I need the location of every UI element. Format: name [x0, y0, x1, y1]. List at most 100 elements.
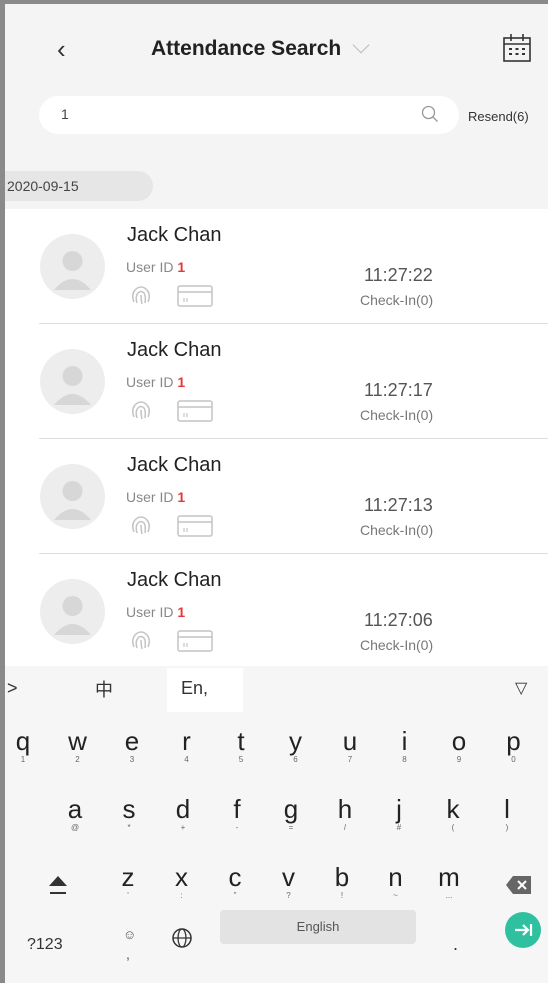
key-i[interactable]: i8	[391, 728, 419, 764]
user-id-label: User ID	[126, 259, 174, 275]
key-main-label: e	[124, 726, 140, 756]
key-sub-label: +	[180, 823, 186, 832]
key-g[interactable]: g =	[277, 796, 305, 832]
key-p[interactable]: p0	[500, 728, 528, 764]
keyboard-expand-button[interactable]: >	[7, 678, 18, 699]
key-a[interactable]: a @	[61, 796, 89, 832]
record-name: Jack Chan	[127, 454, 222, 476]
record-user-id: User ID 1	[126, 489, 185, 505]
card-icon	[177, 515, 213, 537]
key-main-label: j	[396, 794, 402, 824]
key-sub-label: 5	[238, 755, 244, 764]
emoji-icon[interactable]: ☺	[123, 927, 136, 942]
key-q[interactable]: q1	[9, 728, 37, 764]
key-f[interactable]: f-	[223, 796, 251, 832]
key-sub-label: /	[343, 823, 347, 832]
key-x[interactable]: x:	[168, 864, 196, 900]
key-l[interactable]: l)	[493, 796, 521, 832]
key-t[interactable]: t5	[227, 728, 255, 764]
avatar-icon	[40, 579, 105, 644]
resend-button[interactable]: Resend(6)	[468, 109, 529, 124]
key-sub-label: 1	[20, 755, 26, 764]
user-id-label: User ID	[126, 489, 174, 505]
key-u[interactable]: u7	[336, 728, 364, 764]
user-id-label: User ID	[126, 604, 174, 620]
key-sub-label: 7	[347, 755, 353, 764]
record-state: Check-In(0)	[360, 407, 434, 423]
date-chip: 2020-09-15	[5, 171, 153, 201]
record-time: 11:27:13	[364, 495, 433, 515]
key-main-label: g	[283, 794, 299, 824]
list-item[interactable]: Jack Chan User ID 1 11:27:22 Check-In(0)	[5, 209, 548, 324]
key-sub-label: 6	[293, 755, 298, 764]
user-id-label: User ID	[126, 374, 174, 390]
key-sub-label: ...	[445, 891, 453, 900]
key-y[interactable]: y6	[282, 728, 310, 764]
key-n[interactable]: n ~	[382, 864, 410, 900]
fingerprint-icon	[131, 286, 151, 305]
avatar-icon	[40, 464, 105, 529]
key-main-label: s	[122, 794, 136, 824]
key-sub-label: :	[180, 891, 183, 900]
key-main-label: r	[182, 726, 191, 756]
search-icon[interactable]	[421, 105, 439, 123]
key-main-label: d	[175, 794, 191, 824]
list-item[interactable]: Jack Chan User ID 1 11:27:13 Check-In(0)	[5, 439, 548, 554]
key-main-label: p	[506, 726, 521, 756]
key-sub-label: "	[233, 891, 237, 900]
enter-icon	[515, 924, 533, 936]
fingerprint-icon	[131, 516, 151, 535]
key-c[interactable]: c "	[221, 864, 249, 900]
key-sub-label: !	[340, 891, 344, 900]
record-name: Jack Chan	[127, 569, 222, 591]
record-time: 11:27:06	[364, 610, 433, 630]
key-o[interactable]: o9	[445, 728, 473, 764]
record-state: Check-In(0)	[360, 292, 434, 308]
user-id-value: 1	[177, 604, 186, 620]
list-item[interactable]: Jack Chan User ID 1 11:27:06 Check-In(0)	[5, 554, 548, 669]
record-time: 11:27:22	[364, 265, 433, 285]
title-dropdown[interactable]: Attendance Search	[151, 36, 370, 61]
back-icon[interactable]: ‹	[57, 34, 66, 65]
enter-key[interactable]	[505, 912, 541, 948]
key-b[interactable]: b!	[328, 864, 356, 900]
key-main-label: l	[504, 794, 510, 824]
list-item[interactable]: Jack Chan User ID 1 11:27:17 Check-In(0)	[5, 324, 548, 439]
key-main-label: m	[438, 862, 460, 892]
lang-chinese-button[interactable]: 中	[95, 676, 113, 702]
keyboard-hide-button[interactable]: ▽	[515, 678, 527, 698]
key-h[interactable]: h /	[331, 796, 359, 832]
record-name: Jack Chan	[127, 224, 222, 246]
key-j[interactable]: j #	[385, 796, 413, 832]
comma-key[interactable]: ,	[126, 946, 130, 962]
key-main-label: a	[67, 794, 83, 824]
key-sub-label: )	[505, 823, 509, 832]
key-e[interactable]: e3	[118, 728, 146, 764]
key-w[interactable]: w2	[64, 728, 92, 764]
key-k[interactable]: k(	[439, 796, 467, 832]
key-m[interactable]: m...	[435, 864, 463, 900]
backspace-icon[interactable]	[505, 874, 533, 896]
chevron-down-icon	[352, 36, 370, 54]
key-d[interactable]: d +	[169, 796, 197, 832]
key-sub-label: -	[235, 823, 239, 832]
key-v[interactable]: v?	[275, 864, 303, 900]
key-main-label: c	[228, 862, 242, 892]
key-s[interactable]: s *	[115, 796, 143, 832]
lang-english-button[interactable]: En,	[167, 668, 243, 712]
key-sub-label: #	[396, 823, 402, 832]
symbols-key[interactable]: ?123	[27, 936, 63, 954]
calendar-icon[interactable]	[501, 32, 533, 64]
space-key[interactable]: English	[220, 910, 416, 944]
record-state: Check-In(0)	[360, 522, 434, 538]
shift-icon[interactable]	[45, 872, 71, 898]
key-sub-label: 4	[184, 755, 189, 764]
key-r[interactable]: r4	[173, 728, 201, 764]
period-key[interactable]: .	[453, 934, 458, 955]
record-list: Jack Chan User ID 1 11:27:22 Check-In(0)…	[5, 209, 548, 669]
key-z[interactable]: z '	[114, 864, 142, 900]
search-input[interactable]: 1	[39, 96, 459, 134]
fingerprint-icon	[131, 401, 151, 420]
key-sub-label: (	[451, 823, 455, 832]
globe-icon[interactable]	[170, 926, 194, 950]
